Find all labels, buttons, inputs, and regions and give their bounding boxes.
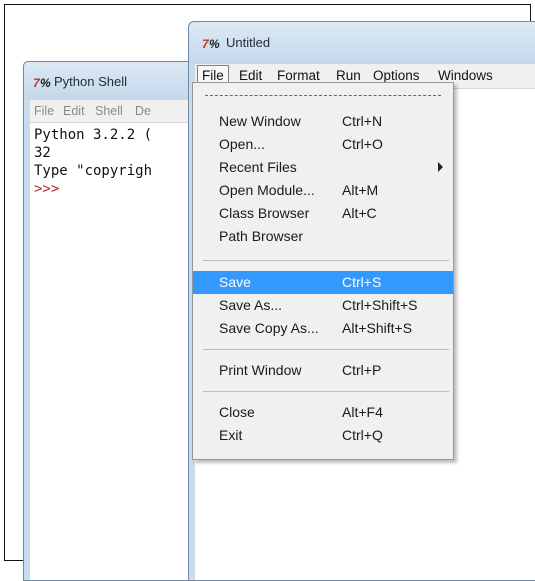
editor-menu-options[interactable]: Options xyxy=(373,68,420,83)
editor-menu-edit[interactable]: Edit xyxy=(239,68,262,83)
menu-item-save[interactable]: Save Ctrl+S xyxy=(193,271,453,294)
editor-menu-windows[interactable]: Windows xyxy=(438,68,493,83)
menu-item-class-browser[interactable]: Class Browser Alt+C xyxy=(193,202,453,225)
menu-item-label: Print Window xyxy=(219,362,302,378)
menu-item-label: Open Module... xyxy=(219,182,315,198)
shell-menu-shell[interactable]: Shell xyxy=(95,104,123,118)
svg-text:%: % xyxy=(40,76,51,89)
shell-titlebar[interactable]: 7 % Python Shell xyxy=(24,62,198,100)
shell-line-version: Python 3.2.2 ( xyxy=(34,127,153,143)
shell-menu-file[interactable]: File xyxy=(34,104,54,118)
shell-text-area[interactable]: Python 3.2.2 ( 32 Type "copyrigh >>> xyxy=(30,123,198,580)
menu-item-recent-files[interactable]: Recent Files xyxy=(193,156,453,179)
menu-item-label: Close xyxy=(219,404,255,420)
menu-item-print-window[interactable]: Print Window Ctrl+P xyxy=(193,359,453,382)
menu-item-shortcut: Ctrl+P xyxy=(342,362,382,378)
menu-separator xyxy=(203,260,449,261)
shell-menubar: File Edit Shell De xyxy=(30,100,198,123)
shell-line-copyright: Type "copyrigh xyxy=(34,163,153,179)
shell-window-title: Python Shell xyxy=(54,74,127,89)
menu-item-shortcut: Alt+M xyxy=(342,182,379,198)
menu-item-shortcut: Ctrl+Q xyxy=(342,427,383,443)
menu-item-new-window[interactable]: New Window Ctrl+N xyxy=(193,110,453,133)
editor-window-title: Untitled xyxy=(226,35,271,50)
menu-item-label: Save Copy As... xyxy=(219,320,319,336)
menu-item-open-module[interactable]: Open Module... Alt+M xyxy=(193,179,453,202)
menu-item-label: Exit xyxy=(219,427,243,443)
python-idle-icon: 7 % xyxy=(202,37,220,50)
menu-separator xyxy=(203,391,449,392)
shell-prompt: >>> xyxy=(34,181,60,197)
editor-menu-run[interactable]: Run xyxy=(336,68,361,83)
submenu-arrow-icon xyxy=(438,162,443,172)
menu-item-shortcut: Ctrl+O xyxy=(342,136,383,152)
menu-item-close[interactable]: Close Alt+F4 xyxy=(193,401,453,424)
menu-item-label: Open... xyxy=(219,136,265,152)
menu-item-save-as[interactable]: Save As... Ctrl+Shift+S xyxy=(193,294,453,317)
shell-menu-edit[interactable]: Edit xyxy=(63,104,85,118)
menu-item-label: Recent Files xyxy=(219,159,297,175)
file-dropdown-menu: New Window Ctrl+N Open... Ctrl+O Recent … xyxy=(192,82,454,460)
menu-item-shortcut: Ctrl+S xyxy=(342,274,382,290)
menu-separator xyxy=(203,349,449,350)
menu-item-label: Class Browser xyxy=(219,205,310,221)
menu-item-label: Save As... xyxy=(219,297,283,313)
menu-item-label: Save xyxy=(219,274,251,290)
menu-item-label: New Window xyxy=(219,113,301,129)
menu-item-shortcut: Alt+Shift+S xyxy=(342,320,413,336)
shell-line-arch: 32 xyxy=(34,145,51,161)
editor-menu-format[interactable]: Format xyxy=(277,68,320,83)
python-shell-window[interactable]: 7 % Python Shell File Edit Shell De Pyth… xyxy=(23,61,199,581)
menu-item-path-browser[interactable]: Path Browser xyxy=(193,225,453,248)
menu-item-exit[interactable]: Exit Ctrl+Q xyxy=(193,424,453,447)
menu-item-save-copy-as[interactable]: Save Copy As... Alt+Shift+S xyxy=(193,317,453,340)
svg-text:%: % xyxy=(209,37,220,50)
menu-item-shortcut: Ctrl+Shift+S xyxy=(342,297,418,313)
menu-item-shortcut: Alt+F4 xyxy=(342,404,383,420)
menu-item-open[interactable]: Open... Ctrl+O xyxy=(193,133,453,156)
menu-item-shortcut: Ctrl+N xyxy=(342,113,383,129)
editor-titlebar[interactable]: 7 % Untitled xyxy=(189,22,535,64)
menu-item-shortcut: Alt+C xyxy=(342,205,377,221)
shell-menu-debug[interactable]: De xyxy=(135,104,151,118)
menu-tearoff-line[interactable] xyxy=(205,95,441,96)
python-idle-icon: 7 % xyxy=(33,76,51,89)
menu-item-label: Path Browser xyxy=(219,228,304,244)
